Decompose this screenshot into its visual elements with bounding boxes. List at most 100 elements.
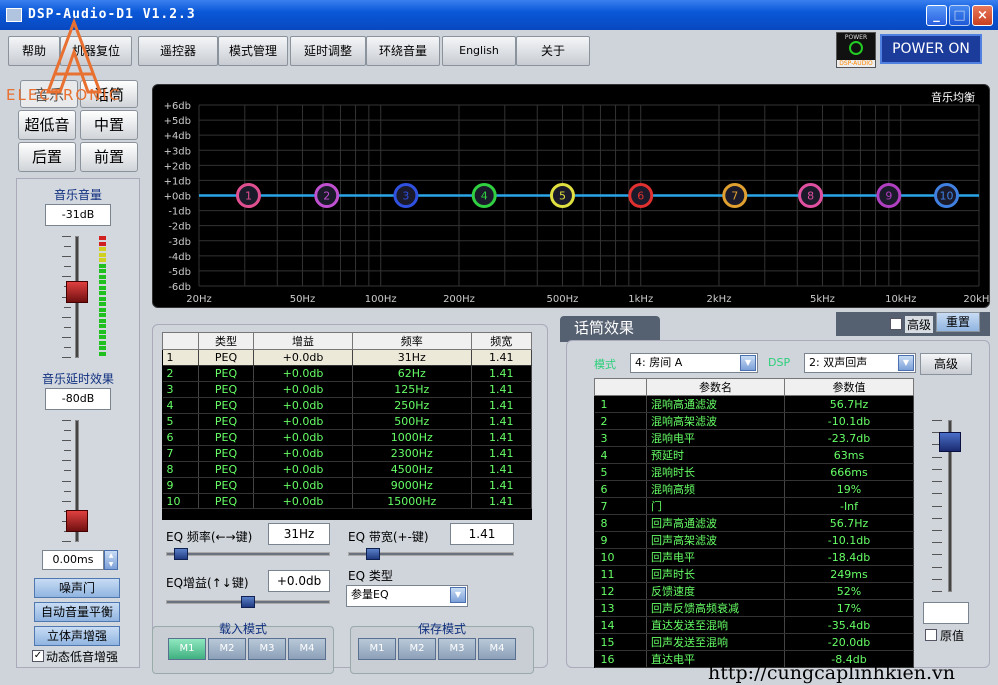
eq-cell: 1 [162, 349, 199, 366]
tab-center[interactable]: 中置 [80, 110, 138, 140]
menu-delay[interactable]: 延时调整 [290, 36, 366, 66]
mic-param-row[interactable]: 13 回声反馈高频衰减 17% [594, 599, 914, 617]
close-button[interactable]: × [972, 5, 993, 26]
mic-level-input[interactable] [923, 602, 969, 624]
eq-freq-slider-knob[interactable] [173, 548, 188, 560]
tab-front[interactable]: 前置 [80, 142, 138, 172]
mic-param-row[interactable]: 10 回声电平 -18.4db [594, 548, 914, 566]
eq-table-row[interactable]: 3 PEQ +0.0db 125Hz 1.41 [162, 381, 533, 398]
eq-table-row[interactable]: 9 PEQ +0.0db 9000Hz 1.41 [162, 477, 533, 494]
eq-table-row[interactable]: 8 PEQ +0.0db 4500Hz 1.41 [162, 461, 533, 478]
noise-gate-button[interactable]: 噪声门 [34, 578, 120, 598]
load-m3-button[interactable]: M3 [248, 638, 286, 660]
tab-subwoofer[interactable]: 超低音 [18, 110, 76, 140]
eq-col-header[interactable] [162, 332, 199, 350]
eq-gain-input[interactable]: +0.0db [268, 570, 330, 592]
eq-bw-slider-knob[interactable] [366, 548, 381, 560]
eq-table-row[interactable]: 1 PEQ +0.0db 31Hz 1.41 [162, 349, 533, 366]
load-m4-button[interactable]: M4 [288, 638, 326, 660]
eq-type-select[interactable]: 参量EQ ▼ [346, 585, 468, 607]
power-on-button[interactable]: POWER ON [880, 34, 982, 64]
mic-param-row[interactable]: 12 反馈速度 52% [594, 582, 914, 600]
eq-bw-input[interactable]: 1.41 [450, 523, 514, 545]
slider-tick [932, 542, 942, 544]
save-m4-button[interactable]: M4 [478, 638, 516, 660]
mic-param-row[interactable]: 8 回声高通滤波 56.7Hz [594, 514, 914, 532]
advanced-checkbox[interactable] [890, 318, 902, 330]
save-m2-button[interactable]: M2 [398, 638, 436, 660]
eq-col-header[interactable]: 类型 [197, 332, 255, 350]
mic-param-cell: 2 [594, 412, 647, 430]
menu-surround[interactable]: 环绕音量 [366, 36, 440, 66]
original-value-checkbox[interactable] [925, 629, 937, 641]
mic-param-row[interactable]: 6 混响高频 19% [594, 480, 914, 498]
eq-table-row[interactable]: 2 PEQ +0.0db 62Hz 1.41 [162, 365, 533, 382]
mic-param-row[interactable]: 4 预延时 63ms [594, 446, 914, 464]
slider-knob[interactable] [939, 432, 961, 452]
mic-mode-select[interactable]: 4: 房间 A ▼ [630, 353, 758, 373]
eq-table-row[interactable]: 5 PEQ +0.0db 500Hz 1.41 [162, 413, 533, 430]
eq-col-header[interactable]: 频宽 [470, 332, 533, 350]
eq-cell: 3 [162, 381, 199, 398]
vu-segment [99, 258, 106, 262]
mic-dsp-select[interactable]: 2: 双声回声 ▼ [804, 353, 916, 373]
reset-button[interactable]: 重置 [936, 312, 980, 332]
auto-volume-button[interactable]: 自动音量平衡 [34, 602, 120, 622]
mic-param-row[interactable]: 2 混响高架滤波 -10.1db [594, 412, 914, 430]
mic-param-row[interactable]: 11 回声时长 249ms [594, 565, 914, 583]
mic-param-cell: 混响电平 [646, 429, 785, 447]
tab-rear[interactable]: 后置 [18, 142, 76, 172]
music-vu-meter [98, 236, 107, 358]
eq-freq-input[interactable]: 31Hz [268, 523, 330, 545]
slider-tick [64, 470, 71, 472]
mic-param-row[interactable]: 1 混响高通滤波 56.7Hz [594, 395, 914, 413]
eq-gain-slider-knob[interactable] [241, 596, 255, 608]
eq-table-row[interactable]: 4 PEQ +0.0db 250Hz 1.41 [162, 397, 533, 414]
mic-col-header[interactable]: 参数名 [646, 378, 785, 396]
power-indicator: POWER DSP-AUDIO [836, 32, 876, 68]
menu-english[interactable]: English [442, 36, 516, 66]
menu-about[interactable]: 关于 [516, 36, 590, 66]
mic-param-row[interactable]: 7 门 -Inf [594, 497, 914, 515]
minimize-button[interactable]: _ [926, 5, 947, 26]
eq-freq-slider[interactable] [166, 552, 330, 556]
load-m1-button[interactable]: M1 [168, 638, 206, 660]
eq-col-header[interactable]: 增益 [253, 332, 353, 350]
vu-segment [99, 318, 106, 323]
mic-param-row[interactable]: 3 混响电平 -23.7db [594, 429, 914, 447]
music-delay-slider[interactable] [60, 420, 94, 542]
delay-spin-button[interactable]: ▲ ▼ [104, 550, 118, 570]
slider-knob[interactable] [66, 510, 88, 532]
eq-col-header[interactable]: 频率 [351, 332, 472, 350]
vu-segment [99, 324, 106, 328]
menu-mode-manage[interactable]: 模式管理 [218, 36, 288, 66]
eq-table-row[interactable]: 7 PEQ +0.0db 2300Hz 1.41 [162, 445, 533, 462]
maximize-button[interactable]: □ [949, 5, 970, 26]
chevron-down-icon: ▼ [450, 587, 466, 603]
eq-cell: PEQ [198, 365, 255, 382]
mic-param-row[interactable]: 9 回声高架滤波 -10.1db [594, 531, 914, 549]
mic-advanced-button[interactable]: 高级 [920, 353, 972, 375]
menu-remote[interactable]: 遥控器 [138, 36, 218, 66]
save-m3-button[interactable]: M3 [438, 638, 476, 660]
stereo-enhance-button[interactable]: 立体声增强 [34, 626, 120, 646]
eq-cell: 2300Hz [352, 445, 472, 462]
mic-param-cell: 56.7Hz [784, 514, 914, 532]
eq-graph[interactable]: +6db +5db +4db +3db +2db +1db +0db -1db -2db -3db… [152, 84, 991, 308]
eq-cell: 1.41 [471, 413, 533, 430]
mic-col-header[interactable]: 参数值 [784, 378, 914, 396]
save-m1-button[interactable]: M1 [358, 638, 396, 660]
mic-param-row[interactable]: 14 直达发送至混响 -35.4db [594, 616, 914, 634]
mic-param-row[interactable]: 15 回声发送至混响 -20.0db [594, 633, 914, 651]
mic-level-slider[interactable] [930, 420, 970, 592]
dynamic-bass-checkbox[interactable]: ✓ [32, 650, 44, 662]
load-m2-button[interactable]: M2 [208, 638, 246, 660]
music-volume-slider[interactable] [60, 236, 94, 358]
eq-cell: +0.0db [253, 397, 353, 414]
eq-table-row[interactable]: 6 PEQ +0.0db 1000Hz 1.41 [162, 429, 533, 446]
eq-cell: 1.41 [471, 477, 533, 494]
slider-knob[interactable] [66, 281, 88, 303]
delay-ms-input[interactable]: 0.00ms [42, 550, 104, 570]
mic-param-row[interactable]: 5 混响时长 666ms [594, 463, 914, 481]
mic-col-header[interactable] [594, 378, 647, 396]
